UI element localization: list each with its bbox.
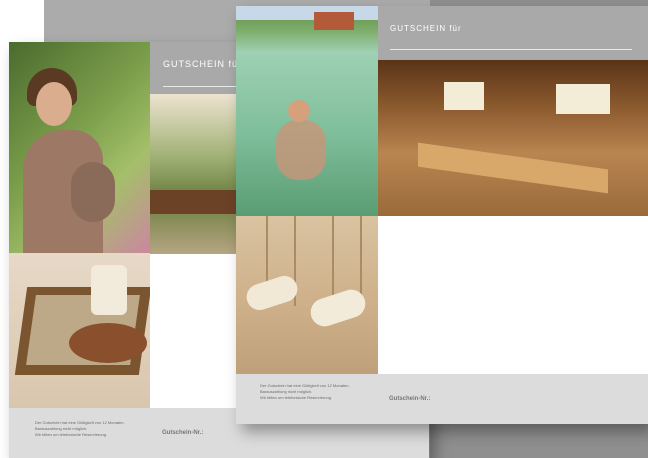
photo-sauna	[378, 60, 648, 216]
photo-woman-mud-treatment	[9, 42, 150, 253]
voucher-number-label: Gutschein-Nr.:	[389, 396, 431, 402]
voucher-header-band	[378, 6, 648, 60]
fine-print: Der Gutschein hat eine Gültigkeit von 12…	[35, 420, 125, 437]
photo-swimming-pond	[236, 6, 378, 216]
voucher-number-label: Gutschein-Nr.:	[162, 430, 204, 436]
voucher-title: GUTSCHEIN für	[163, 59, 243, 69]
fine-print: Der Gutschein hat eine Gültigkeit von 12…	[260, 383, 350, 400]
voucher-front: GUTSCHEIN für Der Gutschein hat eine Gül…	[236, 6, 648, 424]
voucher-footer: Der Gutschein hat eine Gültigkeit von 12…	[236, 374, 648, 424]
photo-hanging-loungers	[236, 216, 378, 374]
title-underline	[390, 49, 632, 50]
voucher-title: GUTSCHEIN für	[390, 24, 462, 33]
photo-candle-tray	[9, 253, 150, 408]
photo-lounge	[150, 94, 236, 254]
